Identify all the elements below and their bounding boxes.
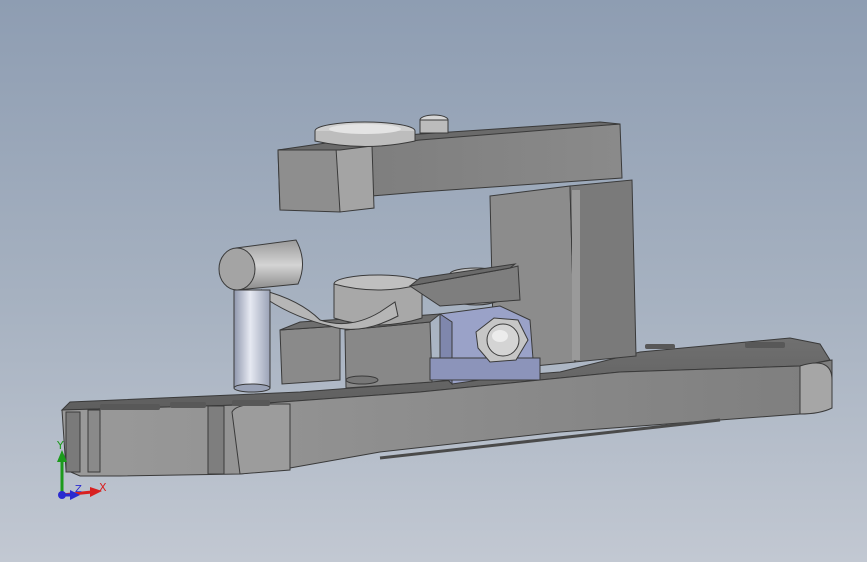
y-axis-label: Y <box>57 439 64 452</box>
z-axis-label: Z <box>75 484 82 495</box>
axis-arrows-icon <box>57 450 102 500</box>
coordinate-triad: X Y Z <box>44 440 114 510</box>
fixture-3d-model[interactable] <box>0 0 867 562</box>
horizontal-pin[interactable] <box>218 239 303 291</box>
x-axis-label: X <box>99 481 107 494</box>
graphics-viewport[interactable]: X Y Z <box>0 0 867 562</box>
support-rod[interactable] <box>233 289 271 393</box>
